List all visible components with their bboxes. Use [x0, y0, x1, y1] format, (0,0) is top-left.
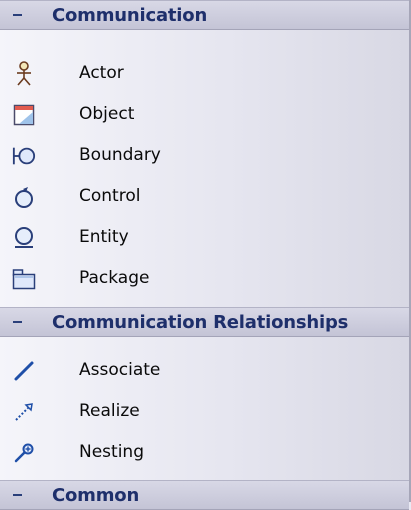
item-label: Package — [79, 268, 150, 288]
section-title: Common — [52, 484, 140, 506]
nesting-icon — [12, 441, 36, 465]
toolbox-item-nesting[interactable]: Nesting — [0, 434, 409, 472]
associate-icon — [12, 359, 36, 383]
toolbox-item-boundary[interactable]: Boundary — [0, 137, 409, 175]
realize-icon — [12, 400, 36, 424]
control-icon — [12, 185, 36, 209]
collapse-minus-icon[interactable] — [9, 314, 25, 330]
toolbox-item-control[interactable]: Control — [0, 178, 409, 216]
collapse-minus-icon[interactable] — [9, 7, 25, 23]
toolbox-item-associate[interactable]: Associate — [0, 352, 409, 390]
toolbox-item-package[interactable]: Package — [0, 260, 409, 298]
section-title: Communication Relationships — [52, 311, 349, 333]
item-label: Control — [79, 186, 141, 206]
package-icon — [12, 267, 36, 291]
entity-icon — [12, 226, 36, 250]
section-header-communication[interactable]: Communication — [0, 0, 409, 30]
collapse-minus-icon[interactable] — [9, 487, 25, 503]
toolbox-item-actor[interactable]: Actor — [0, 55, 409, 93]
item-label: Object — [79, 104, 135, 124]
item-label: Realize — [79, 401, 140, 421]
object-icon — [12, 103, 36, 127]
toolbox-panel: Communication Actor Object Boundary Cont… — [0, 0, 411, 510]
toolbox-item-entity[interactable]: Entity — [0, 219, 409, 257]
item-label: Actor — [79, 63, 124, 83]
item-label: Nesting — [79, 442, 144, 462]
boundary-icon — [12, 144, 36, 168]
toolbox-item-realize[interactable]: Realize — [0, 393, 409, 431]
item-label: Associate — [79, 360, 161, 380]
item-label: Entity — [79, 227, 129, 247]
actor-icon — [12, 61, 36, 86]
item-label: Boundary — [79, 145, 161, 165]
section-title: Communication — [52, 4, 208, 26]
section-header-communication-relationships[interactable]: Communication Relationships — [0, 307, 409, 337]
section-header-common[interactable]: Common — [0, 480, 409, 510]
toolbox-item-object[interactable]: Object — [0, 96, 409, 134]
